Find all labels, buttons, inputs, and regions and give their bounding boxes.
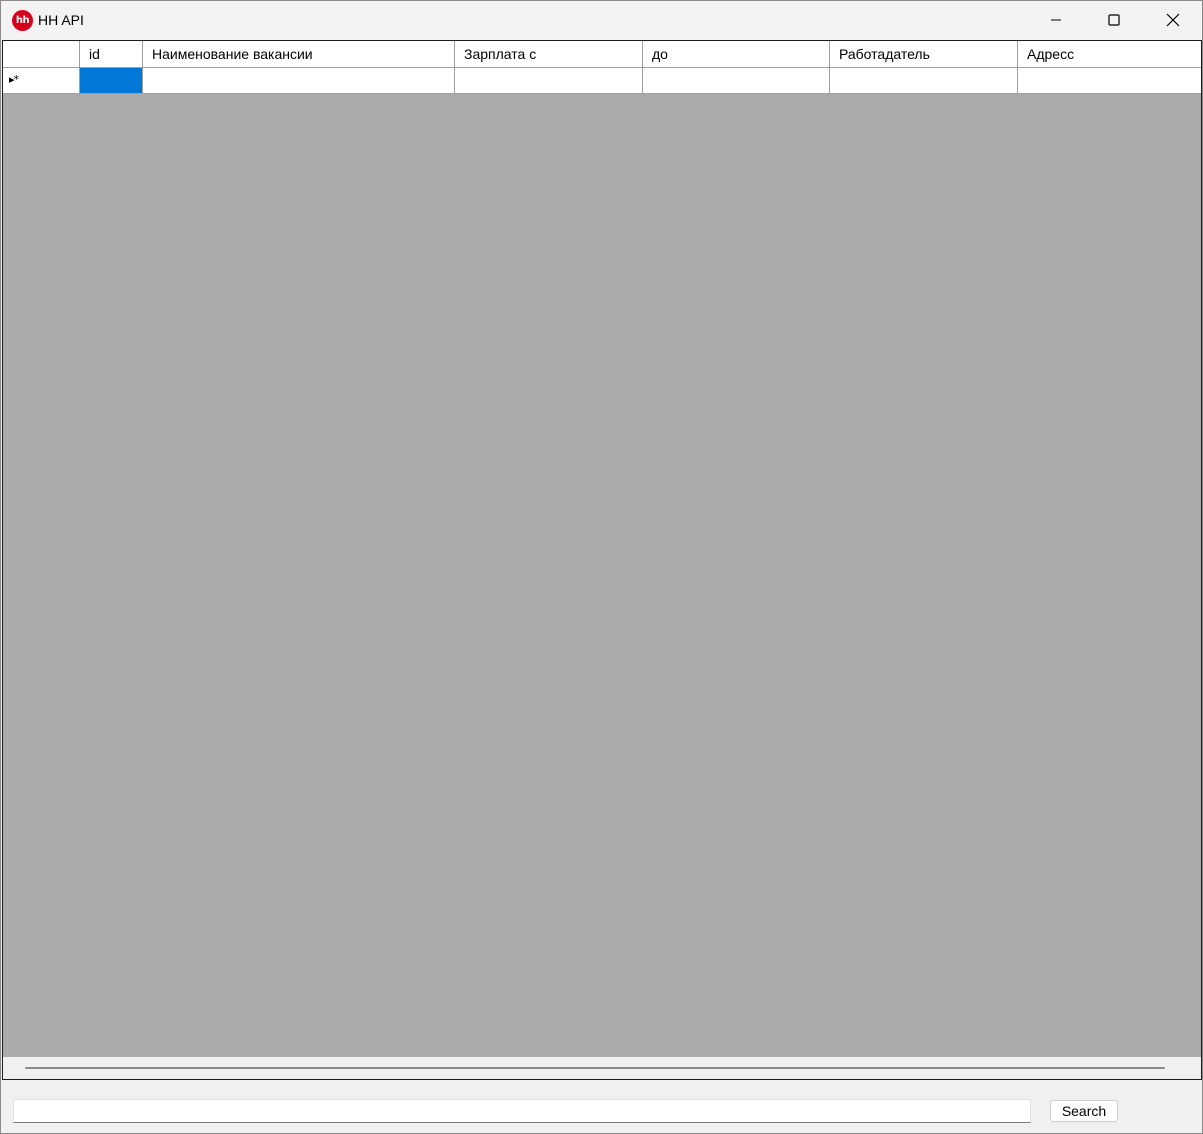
column-header-name[interactable]: Наименование вакансии [143,41,455,67]
column-header-employer[interactable]: Работадатель [830,41,1018,67]
cell-salary-to[interactable] [643,68,830,93]
main-window: hh HH API id Наименование вакансии Зарпл… [0,0,1203,1134]
column-header-rowheader[interactable] [3,41,80,67]
search-button[interactable]: Search [1050,1100,1118,1122]
cell-id[interactable] [80,68,143,93]
scrollbar-thumb[interactable] [25,1067,1165,1069]
cell-salary-from[interactable] [455,68,643,93]
column-header-salary-to[interactable]: до [643,41,830,67]
close-icon [1166,13,1180,27]
app-logo-icon: hh [12,10,33,31]
maximize-icon [1108,14,1120,26]
new-row-indicator-icon: ▸* [9,73,19,86]
horizontal-scrollbar[interactable] [3,1057,1201,1079]
minimize-button[interactable] [1027,1,1085,39]
close-button[interactable] [1144,1,1202,39]
window-title: HH API [38,12,84,28]
row-header[interactable]: ▸* [3,68,80,93]
cell-employer[interactable] [830,68,1018,93]
minimize-icon [1051,19,1061,21]
vacancies-grid[interactable]: id Наименование вакансии Зарплата с до Р… [2,40,1202,1080]
title-bar[interactable]: hh HH API [1,1,1202,39]
table-row-new[interactable]: ▸* [3,68,1201,94]
column-header-salary-from[interactable]: Зарплата с [455,41,643,67]
search-input[interactable] [13,1099,1031,1123]
column-header-id[interactable]: id [80,41,143,67]
cell-address[interactable] [1018,68,1201,93]
grid-header: id Наименование вакансии Зарплата с до Р… [3,41,1201,68]
maximize-button[interactable] [1085,1,1143,39]
column-header-address[interactable]: Адресс [1018,41,1201,67]
cell-name[interactable] [143,68,455,93]
